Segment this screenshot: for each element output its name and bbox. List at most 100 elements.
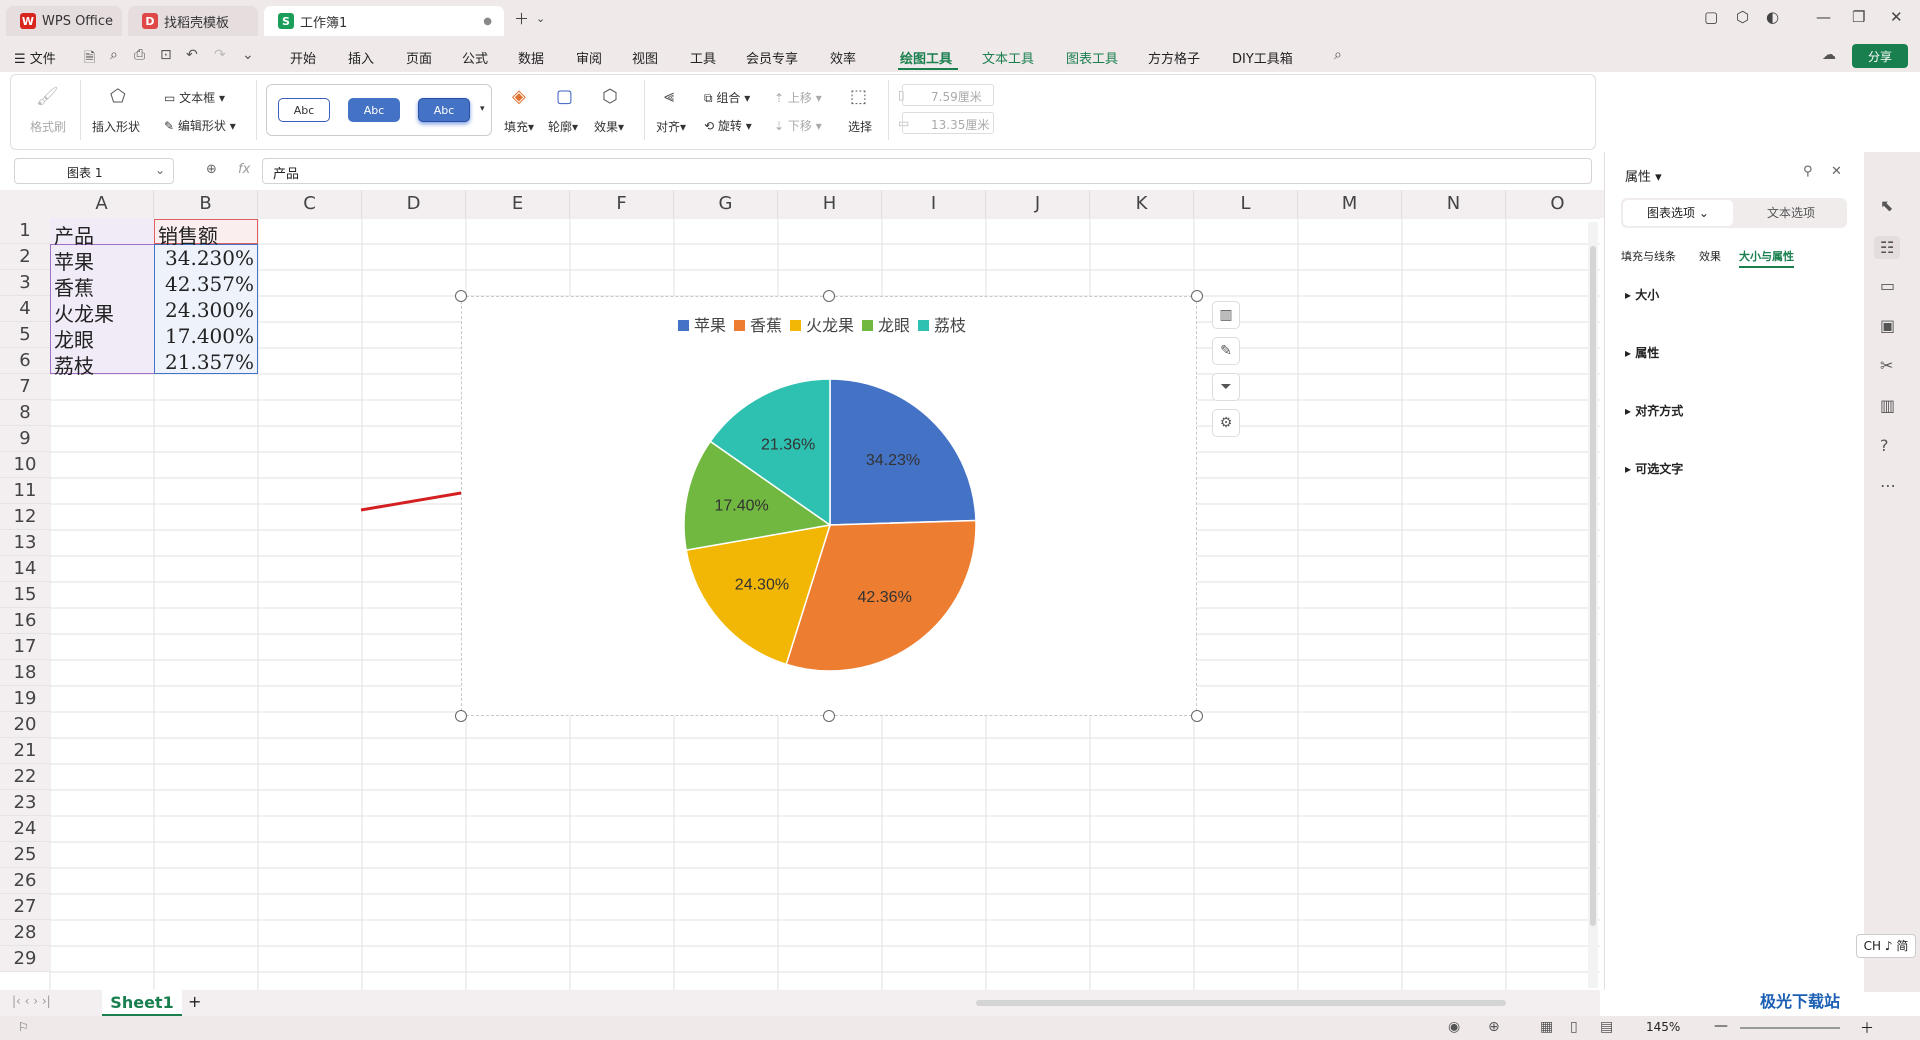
cell-b1[interactable]: 销售额 (158, 220, 218, 249)
window-layout-icon[interactable]: ▢ (1704, 8, 1718, 26)
cursor-select-icon[interactable]: ⬉ (1880, 196, 1893, 215)
chart-elements-icon[interactable]: ▥ (1212, 301, 1240, 329)
height-input[interactable]: 7.59厘米 (902, 84, 994, 106)
resize-handle[interactable] (455, 710, 467, 722)
cell-b6[interactable]: 21.357% (154, 350, 254, 374)
menu-chart-tools[interactable]: 图表工具 (1066, 48, 1118, 67)
menu-text-tools[interactable]: 文本工具 (982, 48, 1034, 67)
column-header[interactable]: D (362, 190, 466, 218)
close-icon[interactable]: ✕ (1890, 8, 1903, 26)
tab-close-icon[interactable]: ● (483, 16, 492, 27)
row-header[interactable]: 21 (0, 738, 50, 764)
cell-a3[interactable]: 香蕉 (54, 272, 94, 301)
resize-handle[interactable] (1191, 290, 1203, 302)
sheet-tab-sheet1[interactable]: Sheet1 (102, 990, 182, 1016)
tab-wps-office[interactable]: W WPS Office (6, 6, 122, 36)
pin-icon[interactable]: ⚲ (1803, 164, 1813, 179)
image-icon[interactable]: ▣ (1880, 316, 1895, 335)
chart-style-brush-icon[interactable]: ✎ (1212, 337, 1240, 365)
subtab-effect[interactable]: 效果 (1699, 248, 1721, 264)
cube-icon[interactable]: ⬡ (1736, 8, 1749, 26)
eye-protect-icon[interactable]: ◉ (1448, 1019, 1460, 1035)
more-chevron-icon[interactable]: ⌄ (242, 47, 254, 63)
row-header[interactable]: 19 (0, 686, 50, 712)
macro-icon[interactable]: ⚐ (18, 1020, 29, 1034)
row-header[interactable]: 13 (0, 530, 50, 556)
help-icon[interactable]: ? (1880, 436, 1889, 455)
cell-a6[interactable]: 荔枝 (54, 350, 94, 379)
row-header[interactable]: 27 (0, 894, 50, 920)
edit-shape-button[interactable]: ✎ 编辑形状 ▾ (164, 117, 236, 134)
tab-text-options[interactable]: 文本选项 (1737, 200, 1845, 226)
style-sample-filled[interactable]: Abc (348, 98, 400, 122)
resize-handle[interactable] (823, 710, 835, 722)
menu-view[interactable]: 视图 (632, 48, 658, 67)
new-tab-plus-icon[interactable]: ＋ (514, 8, 529, 29)
resize-handle[interactable] (823, 290, 835, 302)
minimize-icon[interactable]: — (1816, 8, 1831, 26)
row-header[interactable]: 11 (0, 478, 50, 504)
legend-entry[interactable]: 龙眼 (878, 316, 910, 335)
select-button[interactable]: 选择 (848, 118, 872, 135)
row-header[interactable]: 10 (0, 452, 50, 478)
cell-b3[interactable]: 42.357% (154, 272, 254, 296)
cell-a4[interactable]: 火龙果 (54, 298, 114, 327)
legend-entry[interactable]: 火龙果 (806, 316, 854, 335)
menu-review[interactable]: 审阅 (576, 48, 602, 67)
find-icon[interactable]: ⌕ (110, 47, 118, 63)
print-preview-icon[interactable]: ⊡ (160, 47, 172, 63)
format-brush-button[interactable]: 格式刷 (30, 118, 66, 135)
cell-a5[interactable]: 龙眼 (54, 324, 94, 353)
row-header[interactable]: 28 (0, 920, 50, 946)
section-size[interactable]: ▸ 大小 (1625, 286, 1659, 303)
formula-input[interactable]: 产品 (262, 158, 1592, 184)
gallery-more-icon[interactable]: ▾ (480, 104, 485, 114)
section-alignment[interactable]: ▸ 对齐方式 (1625, 402, 1683, 419)
redo-icon[interactable]: ↷ (214, 47, 226, 63)
page-view-icon[interactable]: ▤ (1600, 1019, 1613, 1035)
row-header[interactable]: 17 (0, 634, 50, 660)
row-header[interactable]: 22 (0, 764, 50, 790)
reading-view-icon[interactable]: ▯ (1570, 1019, 1578, 1035)
comment-icon[interactable]: ▭ (1880, 276, 1895, 295)
cloud-icon[interactable]: ☁ (1822, 47, 1836, 63)
row-header[interactable]: 7 (0, 374, 50, 400)
file-menu[interactable]: ☰ 文件 (14, 48, 56, 67)
tools-icon[interactable]: ✂ (1880, 356, 1893, 375)
select-all-corner[interactable] (0, 190, 50, 218)
horizontal-scroll-thumb[interactable] (976, 1000, 1506, 1006)
cell-a2[interactable]: 苹果 (54, 246, 94, 275)
undo-icon[interactable]: ↶ (186, 47, 198, 63)
column-header[interactable]: I (882, 190, 986, 218)
move-up-button[interactable]: ⇡ 上移 ▾ (774, 89, 822, 106)
row-header[interactable]: 14 (0, 556, 50, 582)
menu-page[interactable]: 页面 (406, 48, 432, 67)
column-header[interactable]: M (1298, 190, 1402, 218)
ime-indicator[interactable]: CH ♪ 简 (1856, 934, 1916, 958)
print-icon[interactable]: ⎙ (134, 47, 145, 63)
row-header[interactable]: 20 (0, 712, 50, 738)
zoom-in-icon[interactable]: ＋ (1860, 1018, 1874, 1038)
menu-data[interactable]: 数据 (518, 48, 544, 67)
menu-formula[interactable]: 公式 (462, 48, 488, 67)
legend-entry[interactable]: 香蕉 (750, 316, 782, 335)
name-box[interactable]: 图表 1 ⌄ (14, 158, 174, 184)
column-header[interactable]: J (986, 190, 1090, 218)
tab-chart-options[interactable]: 图表选项 ⌄ (1623, 200, 1733, 226)
fill-button[interactable]: 填充▾ (504, 118, 534, 135)
row-header[interactable]: 26 (0, 868, 50, 894)
tab-workbook[interactable]: S 工作簿1 ● (264, 6, 504, 36)
column-header[interactable]: E (466, 190, 570, 218)
column-header[interactable]: O (1506, 190, 1610, 218)
cell-b5[interactable]: 17.400% (154, 324, 254, 348)
row-header[interactable]: 15 (0, 582, 50, 608)
zoom-level[interactable]: 145% (1646, 1020, 1680, 1034)
book-icon[interactable]: ▥ (1880, 396, 1895, 415)
menu-tools[interactable]: 工具 (690, 48, 716, 67)
legend-entry[interactable]: 荔枝 (934, 316, 966, 335)
column-header[interactable]: G (674, 190, 778, 218)
resize-handle[interactable] (455, 290, 467, 302)
row-header[interactable]: 23 (0, 790, 50, 816)
menu-start[interactable]: 开始 (290, 48, 316, 67)
menu-member[interactable]: 会员专享 (746, 48, 798, 67)
